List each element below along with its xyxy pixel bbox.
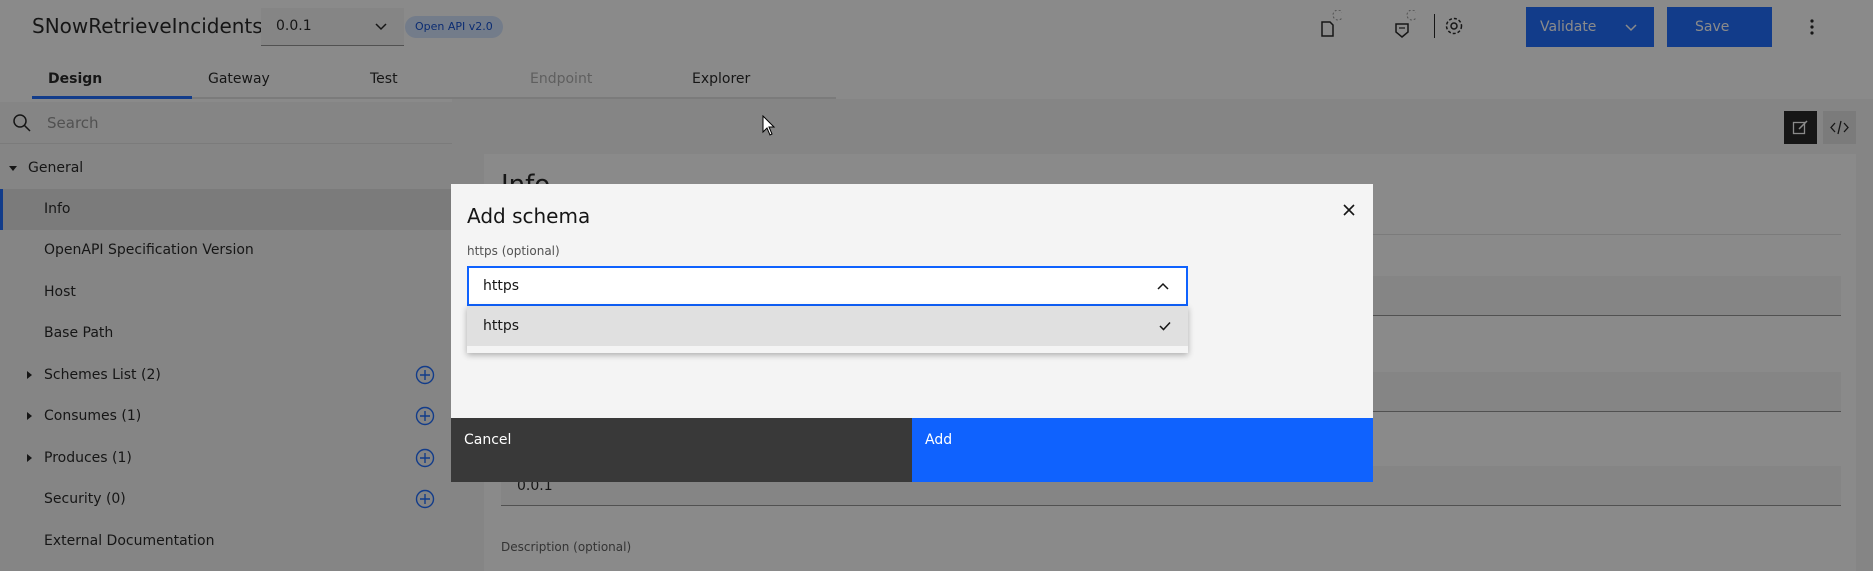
scheme-dropdown[interactable]: https [467, 266, 1188, 306]
add-button[interactable]: Add [912, 418, 1373, 482]
option-ws[interactable]: ws [467, 346, 1188, 353]
close-icon[interactable] [1339, 200, 1359, 220]
chevron-up-icon [1157, 282, 1169, 290]
option-https[interactable]: https [467, 306, 1188, 346]
checkmark-icon [1159, 321, 1171, 331]
add-schema-modal: Add schema https (optional) https https … [451, 184, 1373, 482]
add-label: Add [925, 432, 953, 448]
cancel-label: Cancel [464, 432, 512, 448]
modal-title: Add schema [467, 204, 591, 228]
cancel-button[interactable]: Cancel [451, 418, 912, 482]
scheme-selected-value: https [483, 278, 520, 294]
modal-footer: Cancel Add [451, 418, 1373, 482]
mouse-cursor-icon [762, 115, 776, 136]
scheme-options-list: https ws [467, 306, 1188, 353]
scheme-field-label: https (optional) [467, 244, 560, 258]
